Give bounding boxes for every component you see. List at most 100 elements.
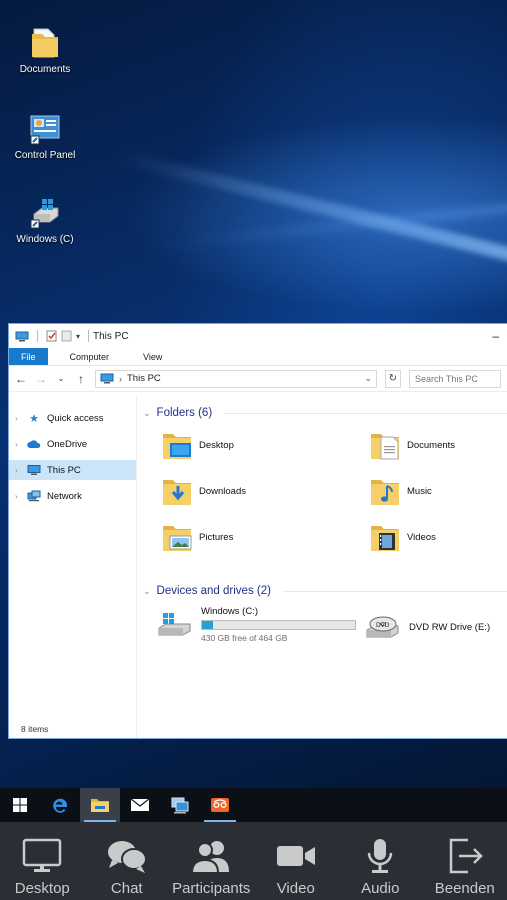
up-arrow-icon[interactable]: ↑	[75, 372, 87, 386]
folder-pictures[interactable]: Pictures	[161, 520, 233, 554]
quick-access-toolbar: ▾	[15, 330, 93, 342]
address-bar[interactable]: › This PC ⌄	[95, 369, 377, 388]
drive-label: DVD RW Drive (E:)	[409, 621, 491, 633]
expand-chevron-icon[interactable]: ›	[15, 414, 21, 423]
window-title: This PC	[93, 330, 129, 342]
folder-documents-icon	[32, 28, 58, 58]
folder-desktop[interactable]: Desktop	[161, 428, 234, 462]
desktop-icon-documents[interactable]: Documents	[0, 26, 90, 75]
minimize-button[interactable]: –	[492, 329, 499, 343]
expand-chevron-icon[interactable]: ›	[15, 492, 21, 501]
taskbar-remote-app[interactable]	[200, 788, 240, 822]
start-icon	[13, 798, 27, 812]
taskbar-edge[interactable]	[40, 788, 80, 822]
tab-view[interactable]: View	[131, 348, 174, 365]
status-bar-text: 8 items	[21, 724, 49, 734]
nav-item-this-pc[interactable]: › This PC	[9, 460, 136, 480]
customize-toolbar-icon[interactable]: ▾	[76, 332, 80, 341]
folder-documents[interactable]: Documents	[369, 428, 455, 462]
desktop-folder-icon	[163, 434, 191, 459]
taskbar-file-explorer[interactable]	[80, 788, 120, 822]
control-label: Participants	[172, 880, 251, 897]
control-chat[interactable]: Chat	[85, 822, 170, 900]
address-toolbar: ← → ⌄ ↑ › This PC ⌄ ↻ Search This PC	[9, 366, 507, 392]
folder-label: Downloads	[199, 485, 246, 497]
control-label: Beenden	[434, 880, 495, 897]
pictures-folder-icon	[163, 526, 192, 551]
nav-item-label: Quick access	[47, 412, 104, 424]
control-video[interactable]: Video	[254, 822, 339, 900]
hard-drive-icon	[158, 612, 191, 635]
forward-arrow-icon[interactable]: →	[35, 372, 47, 386]
video-camera-icon	[276, 846, 315, 866]
ribbon-tabs: File Computer View	[9, 348, 507, 366]
network-icon	[27, 490, 41, 502]
folders-group-header[interactable]: ⌄ Folders (6)	[143, 404, 507, 422]
nav-item-label: This PC	[47, 464, 81, 476]
control-desktop[interactable]: Desktop	[0, 822, 85, 900]
taskbar-network-computer[interactable]	[160, 788, 200, 822]
control-participants[interactable]: Participants	[169, 822, 254, 900]
taskbar-mail[interactable]	[120, 788, 160, 822]
desktop-icon-windows-c[interactable]: Windows (C)	[0, 196, 90, 245]
tab-computer[interactable]: Computer	[58, 348, 122, 365]
participants-icon	[191, 841, 230, 874]
control-label: Video	[276, 880, 315, 897]
refresh-icon[interactable]: ↻	[385, 369, 401, 388]
new-folder-icon[interactable]	[61, 330, 72, 342]
search-input[interactable]: Search This PC	[409, 369, 501, 388]
drive-usage-fill	[202, 621, 214, 629]
back-arrow-icon[interactable]: ←	[15, 372, 27, 386]
drive-free-space: 430 GB free of 464 GB	[201, 633, 288, 643]
control-leave[interactable]: Beenden	[423, 822, 507, 900]
control-label: Audio	[361, 880, 400, 897]
recent-locations-chevron-icon[interactable]: ⌄	[55, 374, 67, 383]
nav-item-quick-access[interactable]: › ★ Quick access	[9, 408, 136, 428]
taskbar	[0, 788, 507, 822]
drive-windows-c[interactable]: Windows (C:) 430 GB free of 464 GB	[157, 606, 356, 643]
tab-file[interactable]: File	[9, 348, 48, 365]
drive-label: Windows (C:)	[201, 606, 259, 617]
wallpaper-light-beam	[118, 150, 507, 290]
title-bar: ▾ This PC –	[9, 324, 507, 348]
breadcrumb-separator-icon: ›	[119, 373, 122, 384]
drive-dvd-e[interactable]: DVD DVD RW Drive (E:)	[365, 612, 490, 642]
folder-label: Music	[407, 485, 432, 497]
group-title: Folders (6)	[156, 407, 213, 419]
drive-shortcut-icon	[30, 199, 59, 229]
control-audio[interactable]: Audio	[338, 822, 423, 900]
start-button[interactable]	[0, 788, 40, 822]
control-panel-icon	[30, 115, 60, 145]
folder-label: Desktop	[199, 439, 234, 451]
music-folder-icon	[371, 480, 399, 505]
collapse-chevron-icon[interactable]: ⌄	[143, 586, 151, 597]
folder-label: Documents	[407, 439, 456, 451]
folder-label: Pictures	[199, 531, 234, 543]
properties-icon[interactable]	[46, 330, 57, 342]
edge-icon	[53, 798, 67, 813]
address-dropdown-icon[interactable]: ⌄	[364, 373, 372, 384]
nav-item-onedrive[interactable]: › OneDrive	[9, 434, 136, 454]
chat-icon	[107, 841, 147, 873]
devices-group-header[interactable]: ⌄ Devices and drives (2)	[143, 582, 507, 600]
file-explorer-icon	[91, 799, 109, 812]
desktop-icon-control-panel[interactable]: Control Panel	[0, 112, 90, 161]
folders-grid: Desktop Documents Downloads Music Pictur…	[143, 422, 507, 582]
desktop-icon-label: Control Panel	[14, 150, 76, 161]
mail-icon	[130, 798, 150, 811]
collapse-chevron-icon[interactable]: ⌄	[143, 408, 151, 419]
folder-music[interactable]: Music	[369, 474, 432, 508]
folder-videos[interactable]: Videos	[369, 520, 436, 554]
group-title: Devices and drives (2)	[156, 585, 271, 597]
downloads-folder-icon	[163, 480, 191, 505]
folder-downloads[interactable]: Downloads	[161, 474, 246, 508]
desktop-icon-label: Documents	[19, 64, 71, 75]
this-pc-icon	[15, 331, 29, 341]
nav-item-network[interactable]: › Network	[9, 486, 136, 506]
expand-chevron-icon[interactable]: ›	[15, 466, 21, 475]
star-icon: ★	[29, 412, 39, 425]
control-label: Chat	[110, 880, 143, 897]
expand-chevron-icon[interactable]: ›	[15, 440, 21, 449]
meeting-controls: Desktop Chat Participants Video Audio Be…	[0, 822, 507, 900]
svg-text:DVD: DVD	[376, 622, 390, 629]
